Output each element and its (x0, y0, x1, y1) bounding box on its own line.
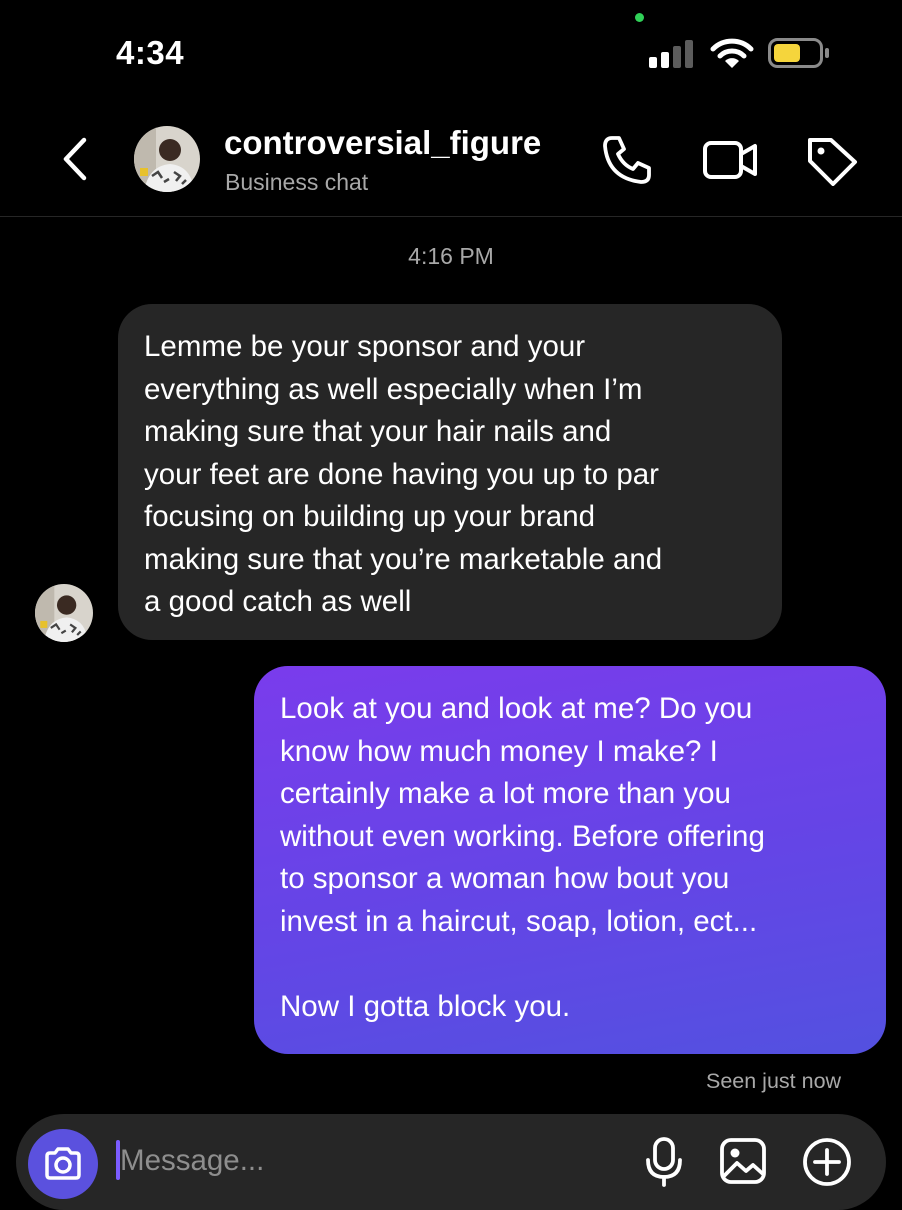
chevron-left-icon (58, 136, 92, 182)
privacy-indicator-dot (635, 13, 644, 22)
video-camera-icon (702, 138, 758, 182)
incoming-message-text: Lemme be your sponsor and your everythin… (144, 330, 663, 618)
label-button[interactable] (805, 134, 859, 186)
battery-icon (768, 38, 830, 68)
message-input[interactable] (118, 1138, 600, 1184)
camera-icon (43, 1147, 83, 1181)
outgoing-message-bubble[interactable]: Look at you and look at me? Do you know … (254, 666, 886, 1054)
incoming-message-bubble[interactable]: Lemme be your sponsor and your everythin… (118, 304, 782, 640)
sender-avatar[interactable] (35, 584, 93, 642)
video-call-button[interactable] (702, 138, 758, 182)
seen-status: Seen just now (706, 1069, 842, 1093)
chat-type-label: Business chat (225, 169, 369, 195)
back-button[interactable] (58, 136, 92, 182)
gallery-icon (718, 1136, 768, 1186)
camera-button[interactable] (28, 1129, 98, 1199)
microphone-icon (644, 1136, 684, 1188)
wifi-icon (710, 38, 754, 70)
contact-name[interactable]: controversial_figure (224, 124, 541, 162)
voice-message-button[interactable] (644, 1136, 684, 1188)
tag-icon (805, 134, 859, 186)
cellular-signal-icon (649, 40, 697, 68)
status-bar-time: 4:34 (116, 34, 185, 71)
plus-circle-icon (801, 1136, 853, 1188)
phone-icon (600, 134, 654, 186)
header-divider (0, 216, 902, 217)
contact-avatar[interactable] (134, 126, 200, 192)
more-options-button[interactable] (801, 1136, 853, 1188)
message-timestamp: 4:16 PM (408, 243, 494, 269)
outgoing-message-text: Look at you and look at me? Do you know … (280, 692, 765, 1023)
call-button[interactable] (600, 134, 654, 186)
gallery-button[interactable] (718, 1136, 768, 1186)
